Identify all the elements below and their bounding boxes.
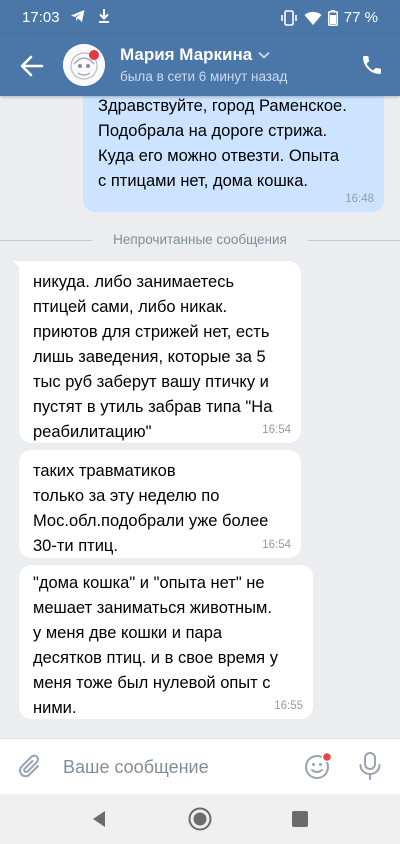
status-right: 77 %	[280, 9, 378, 26]
bubble-tail	[13, 261, 27, 275]
nav-home-icon[interactable]	[188, 807, 212, 831]
notification-dot	[321, 752, 332, 763]
divider-line	[308, 240, 400, 241]
outgoing-message[interactable]: Здравствуйте, город Раменское. Подобрала…	[83, 96, 384, 212]
vibrate-icon	[280, 9, 297, 26]
incoming-message[interactable]: таких травматиков только за эту неделю п…	[19, 450, 301, 558]
back-arrow-icon[interactable]	[18, 52, 46, 80]
battery-percent: 77 %	[343, 9, 378, 26]
sticker-icon[interactable]	[304, 752, 332, 780]
wifi-icon	[304, 11, 322, 25]
status-time: 17:03	[22, 9, 60, 26]
battery-icon	[327, 9, 338, 26]
message-time: 16:48	[345, 193, 374, 205]
message-text: "дома кошка" и "опыта нет" не мешает зан…	[33, 574, 278, 717]
chat-area[interactable]: Здравствуйте, город Раменское. Подобрала…	[0, 96, 400, 738]
system-nav-bar	[0, 794, 400, 844]
message-time: 16:54	[262, 424, 291, 436]
microphone-icon[interactable]	[356, 751, 384, 781]
telegram-icon	[71, 10, 85, 22]
incoming-message[interactable]: никуда. либо занимаетесь птицей сами, ли…	[13, 261, 301, 443]
incoming-message[interactable]: "дома кошка" и "опыта нет" не мешает зан…	[19, 565, 313, 719]
message-text: таких травматиков только за эту неделю п…	[33, 462, 269, 555]
avatar-image	[63, 44, 105, 86]
chevron-down-icon	[258, 51, 270, 59]
message-time: 16:55	[274, 700, 303, 712]
status-bar: 17:03 77 %	[0, 0, 400, 34]
phone-icon[interactable]	[360, 53, 384, 77]
avatar[interactable]	[63, 44, 105, 86]
message-input[interactable]	[63, 753, 283, 781]
message-text: Здравствуйте, город Раменское. Подобрала…	[98, 97, 347, 190]
contact-name[interactable]: Мария Маркина	[120, 45, 270, 65]
contact-status: была в сети 6 минут назад	[120, 69, 288, 84]
paperclip-icon[interactable]	[17, 753, 45, 781]
message-composer	[0, 738, 400, 794]
message-time: 16:54	[262, 539, 291, 551]
nav-recents-icon[interactable]	[292, 811, 308, 827]
unread-divider: Непрочитанные сообщения	[0, 232, 400, 248]
nav-back-icon[interactable]	[90, 810, 108, 828]
chat-header: Мария Маркина была в сети 6 минут назад	[0, 34, 400, 96]
contact-name-label: Мария Маркина	[120, 45, 253, 64]
download-icon	[99, 9, 109, 23]
message-text: никуда. либо занимаетесь птицей сами, ли…	[33, 273, 273, 441]
